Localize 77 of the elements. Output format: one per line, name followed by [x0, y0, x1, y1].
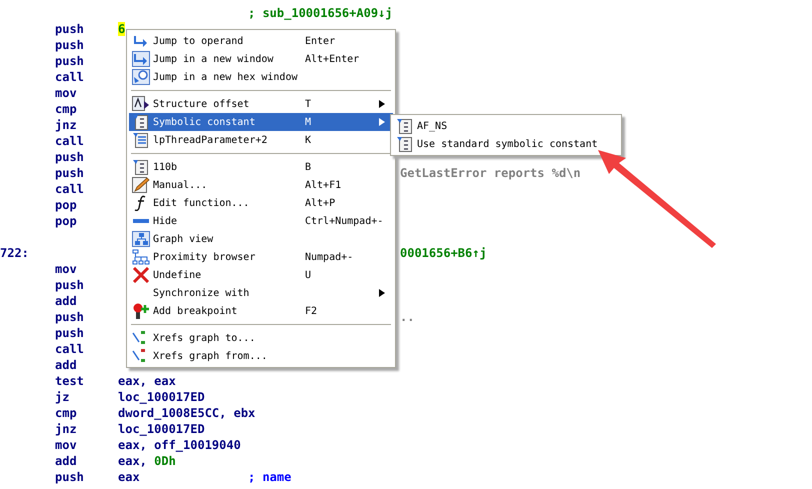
- code-comment: ; sub_10001656+A09↓j: [248, 6, 392, 20]
- submenu-arrow-icon: [379, 289, 385, 297]
- instruction-mnemonic: add: [55, 454, 77, 468]
- menu-item[interactable]: Symbolic constant M: [129, 113, 393, 131]
- instruction-operand: loc_100017ED: [118, 390, 205, 404]
- instruction-operand: loc_100017ED: [118, 422, 205, 436]
- instruction-mnemonic: add: [55, 294, 77, 308]
- instruction-mnemonic: pop: [55, 198, 77, 212]
- pencil-icon: [132, 177, 150, 193]
- submenu-arrow-icon: [379, 100, 385, 108]
- menu-item[interactable]: Edit function... Alt+P: [129, 194, 393, 212]
- menu-item[interactable]: Use standard symbolic constant: [393, 135, 619, 153]
- instruction-operand: eax, 0Dh: [118, 454, 176, 468]
- instruction-mnemonic: push: [55, 38, 84, 52]
- instruction-operand: eax: [118, 470, 140, 484]
- menu-item[interactable]: Xrefs graph to...: [129, 329, 393, 347]
- structure-icon: [132, 96, 150, 112]
- instruction-mnemonic: push: [55, 278, 84, 292]
- instruction-mnemonic: cmp: [55, 102, 77, 116]
- cross-icon: [132, 267, 150, 283]
- constant-icon: [396, 118, 414, 134]
- menu-item[interactable]: Jump in a new hex window: [129, 68, 393, 86]
- code-comment: ..: [400, 310, 414, 324]
- breakpoint-icon: [132, 303, 150, 319]
- code-comment: GetLastError reports %d\n: [400, 166, 581, 180]
- instruction-mnemonic: jz: [55, 390, 70, 404]
- instruction-mnemonic: call: [55, 134, 84, 148]
- instruction-mnemonic: pop: [55, 214, 77, 228]
- instruction-mnemonic: cmp: [55, 406, 77, 420]
- binary-icon: [132, 159, 150, 175]
- instruction-mnemonic: jnz: [55, 422, 77, 436]
- instruction-operand: eax, eax: [118, 374, 176, 388]
- instruction-mnemonic: mov: [55, 438, 77, 452]
- instruction-mnemonic: push: [55, 310, 84, 324]
- code-comment: 0001656+B6↑j: [400, 246, 487, 260]
- constant-icon: [132, 114, 150, 130]
- graph-icon: [132, 231, 150, 247]
- constant-icon: [396, 136, 414, 152]
- arrow-icon: [132, 51, 150, 67]
- instruction-operand: 6: [118, 22, 126, 36]
- instruction-mnemonic: jnz: [55, 118, 77, 132]
- menu-item[interactable]: lpThreadParameter+2 K: [129, 131, 393, 149]
- instruction-mnemonic: test: [55, 374, 84, 388]
- menu-item[interactable]: AF_NS: [393, 117, 619, 135]
- menu-item[interactable]: Manual... Alt+F1: [129, 176, 393, 194]
- submenu-arrow-icon: [379, 118, 385, 126]
- menu-item[interactable]: Synchronize with: [129, 284, 393, 302]
- menu-item[interactable]: Hide Ctrl+Numpad+-: [129, 212, 393, 230]
- instruction-mnemonic: mov: [55, 86, 77, 100]
- menu-item[interactable]: Add breakpoint F2: [129, 302, 393, 320]
- menu-item[interactable]: Undefine U: [129, 266, 393, 284]
- instruction-operand: dword_1008E5CC, ebx: [118, 406, 256, 420]
- instruction-mnemonic: push: [55, 470, 84, 484]
- magnifier-icon: [132, 69, 150, 85]
- instruction-mnemonic: push: [55, 22, 84, 36]
- menu-item[interactable]: Proximity browser Numpad+-: [129, 248, 393, 266]
- instruction-mnemonic: call: [55, 70, 84, 84]
- instruction-mnemonic: mov: [55, 262, 77, 276]
- menu-item[interactable]: Jump in a new window Alt+Enter: [129, 50, 393, 68]
- instruction-mnemonic: call: [55, 342, 84, 356]
- arrow-icon: [132, 33, 150, 49]
- code-label: 722:: [0, 246, 29, 260]
- menu-item[interactable]: Jump to operand Enter: [129, 32, 393, 50]
- instruction-mnemonic: push: [55, 166, 84, 180]
- tree-icon: [132, 249, 150, 265]
- menu-item[interactable]: Xrefs graph from...: [129, 347, 393, 365]
- list-icon: [132, 132, 150, 148]
- instruction-mnemonic: add: [55, 358, 77, 372]
- instruction-mnemonic: call: [55, 182, 84, 196]
- instruction-mnemonic: push: [55, 54, 84, 68]
- instruction-operand: eax, off_10019040: [118, 438, 241, 452]
- menu-item[interactable]: 110b B: [129, 158, 393, 176]
- instruction-mnemonic: push: [55, 150, 84, 164]
- menu-item[interactable]: Graph view: [129, 230, 393, 248]
- menu-item[interactable]: Structure offset T: [129, 95, 393, 113]
- code-comment: ; name: [248, 470, 292, 484]
- instruction-mnemonic: push: [55, 326, 84, 340]
